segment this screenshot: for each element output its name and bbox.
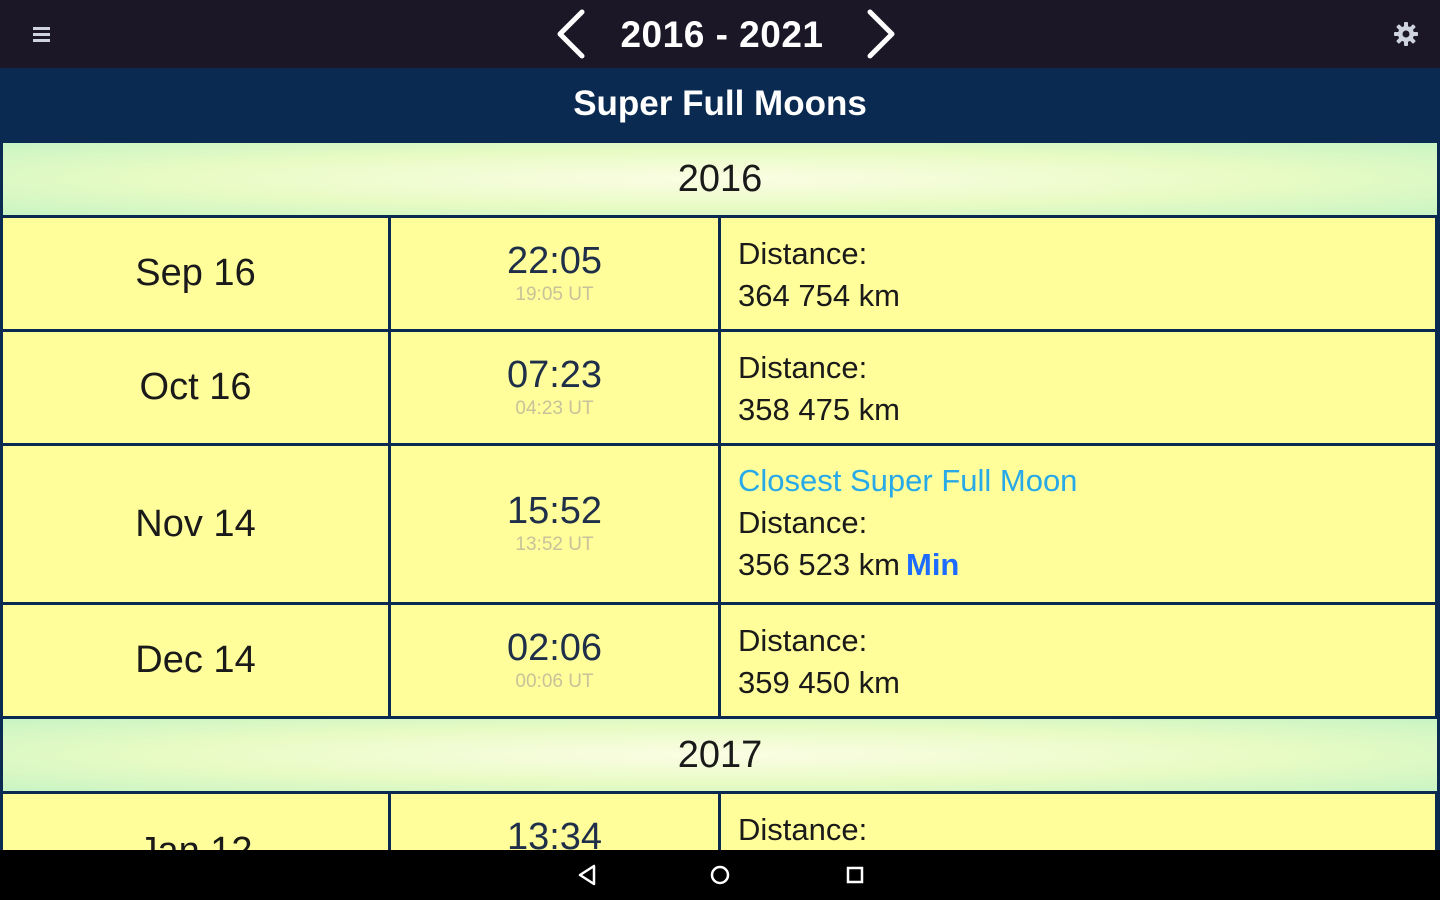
year-header-2016: 2016 bbox=[3, 143, 1437, 215]
moon-date: Jan 12 bbox=[3, 794, 388, 850]
local-time: 22:05 bbox=[506, 240, 603, 282]
top-app-bar: 2016 - 2021 bbox=[0, 0, 1440, 68]
moon-info: Distance: 359 450 km bbox=[721, 605, 1435, 716]
local-time: 07:23 bbox=[506, 354, 603, 396]
distance-label: Distance: bbox=[738, 505, 868, 540]
moon-info: Closest Super Full Moon Distance: 356 52… bbox=[721, 446, 1435, 602]
next-range-button[interactable] bbox=[856, 6, 904, 62]
moon-row[interactable]: Sep 16 22:05 19:05 UT Distance: 364 754 … bbox=[0, 218, 1440, 329]
moon-info: Distance: 364 754 km bbox=[721, 218, 1435, 329]
system-navigation-bar bbox=[0, 850, 1440, 900]
ut-time: 19:05 UT bbox=[515, 284, 594, 305]
year-header-2017: 2017 bbox=[3, 719, 1437, 791]
moon-date: Sep 16 bbox=[3, 218, 388, 329]
page-title: Super Full Moons bbox=[0, 68, 1440, 140]
super-moon-list[interactable]: 2016 Sep 16 22:05 19:05 UT Distance: 364… bbox=[0, 140, 1440, 850]
moon-row[interactable]: Nov 14 15:52 13:52 UT Closest Super Full… bbox=[0, 446, 1440, 602]
local-time: 15:52 bbox=[506, 490, 603, 532]
moon-time: 07:23 04:23 UT bbox=[391, 332, 718, 443]
settings-button[interactable] bbox=[1390, 18, 1422, 50]
chevron-left-icon bbox=[557, 9, 585, 59]
moon-date: Nov 14 bbox=[3, 446, 388, 602]
distance-value: 356 523 km bbox=[738, 547, 900, 582]
moon-row[interactable]: Oct 16 07:23 04:23 UT Distance: 358 475 … bbox=[0, 332, 1440, 443]
previous-range-button[interactable] bbox=[548, 6, 596, 62]
distance-value: 364 754 km bbox=[738, 278, 900, 313]
distance-label: Distance: bbox=[738, 623, 868, 658]
distance-value: 358 475 km bbox=[738, 392, 900, 427]
moon-date: Oct 16 bbox=[3, 332, 388, 443]
recents-button[interactable] bbox=[842, 862, 868, 888]
moon-row[interactable]: Jan 12 13:34 Distance: bbox=[0, 794, 1440, 850]
distance-value: 359 450 km bbox=[738, 665, 900, 700]
chevron-right-icon bbox=[867, 9, 895, 59]
date-range-title: 2016 - 2021 bbox=[620, 14, 824, 55]
local-time: 02:06 bbox=[506, 627, 603, 669]
menu-button[interactable] bbox=[28, 22, 58, 48]
ut-time: 04:23 UT bbox=[515, 398, 594, 419]
home-button[interactable] bbox=[707, 862, 733, 888]
back-icon bbox=[578, 864, 596, 886]
moon-time: 13:34 bbox=[391, 794, 718, 850]
min-badge: Min bbox=[906, 547, 960, 582]
home-icon bbox=[710, 865, 730, 885]
moon-time: 22:05 19:05 UT bbox=[391, 218, 718, 329]
ut-time: 13:52 UT bbox=[515, 534, 594, 555]
recents-icon bbox=[846, 866, 864, 884]
local-time: 13:34 bbox=[506, 816, 603, 850]
distance-label: Distance: bbox=[738, 350, 868, 385]
moon-date: Dec 14 bbox=[3, 605, 388, 716]
distance-label: Distance: bbox=[738, 236, 868, 271]
gear-icon bbox=[1394, 22, 1418, 46]
distance-line: 356 523 km Min bbox=[738, 544, 1435, 586]
moon-time: 02:06 00:06 UT bbox=[391, 605, 718, 716]
back-button[interactable] bbox=[574, 862, 600, 888]
moon-time: 15:52 13:52 UT bbox=[391, 446, 718, 602]
moon-info: Distance: 358 475 km bbox=[721, 332, 1435, 443]
moon-row[interactable]: Dec 14 02:06 00:06 UT Distance: 359 450 … bbox=[0, 605, 1440, 716]
moon-info: Distance: bbox=[721, 794, 1435, 850]
distance-label: Distance: bbox=[738, 812, 868, 847]
closest-moon-label: Closest Super Full Moon bbox=[738, 463, 1078, 498]
ut-time: 00:06 UT bbox=[515, 671, 594, 692]
